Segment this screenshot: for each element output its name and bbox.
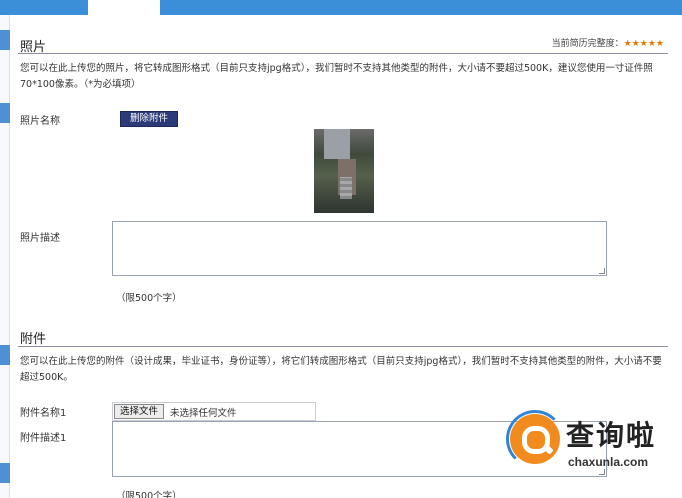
resume-completeness: 当前简历完整度：★★★★★ <box>552 36 664 49</box>
uploaded-photo-thumbnail <box>314 129 374 213</box>
watermark-text: 查询啦 <box>566 419 657 452</box>
sidebar-marker[interactable] <box>0 463 10 483</box>
completeness-label: 当前简历完整度： <box>551 39 624 49</box>
sidebar-marker[interactable] <box>0 103 10 123</box>
magnifier-logo-icon <box>506 410 564 468</box>
sidebar-marker[interactable] <box>0 345 10 365</box>
attachment-instructions: 您可以在此上传您的附件（设计成果，毕业证书，身份证等），将它们转成图形格式（目前… <box>20 356 662 383</box>
photo-background <box>324 129 350 159</box>
photo-description-textarea[interactable] <box>112 221 607 276</box>
photo-char-limit-hint: （限500个字） <box>116 293 182 304</box>
active-nav-tab[interactable] <box>88 0 160 15</box>
watermark-url: chaxunla.com <box>568 455 649 469</box>
attachment-description-label: 附件描述1 <box>20 433 67 444</box>
attachment-name-label: 附件名称1 <box>20 408 67 419</box>
photo-description-label: 照片描述 <box>20 233 60 244</box>
section-divider <box>18 346 668 347</box>
section-divider <box>18 53 668 54</box>
site-watermark: 查询啦 chaxunla.com <box>506 410 676 484</box>
top-nav-bar <box>0 0 682 15</box>
left-sidebar <box>0 15 10 498</box>
photo-mosaic-blur <box>340 177 352 199</box>
choose-file-button[interactable]: 选择文件 <box>114 404 165 419</box>
file-upload-control[interactable]: 选择文件 未选择任何文件 <box>112 402 316 421</box>
attachment-char-limit-hint: （限500个字） <box>116 491 182 498</box>
completeness-stars: ★★★★★ <box>623 39 664 49</box>
no-file-chosen-text: 未选择任何文件 <box>170 408 237 419</box>
photo-instructions: 您可以在此上传您的照片，将它转成图形格式（目前只支持jpg格式），我们暂时不支持… <box>20 63 653 90</box>
resize-grip-icon[interactable] <box>599 268 605 274</box>
logo-ring <box>506 410 564 468</box>
delete-attachment-button[interactable]: 删除附件 <box>120 111 178 127</box>
photo-name-label: 照片名称 <box>20 116 60 127</box>
attachment-section-title: 附件 <box>20 332 47 347</box>
sidebar-marker[interactable] <box>0 30 10 50</box>
